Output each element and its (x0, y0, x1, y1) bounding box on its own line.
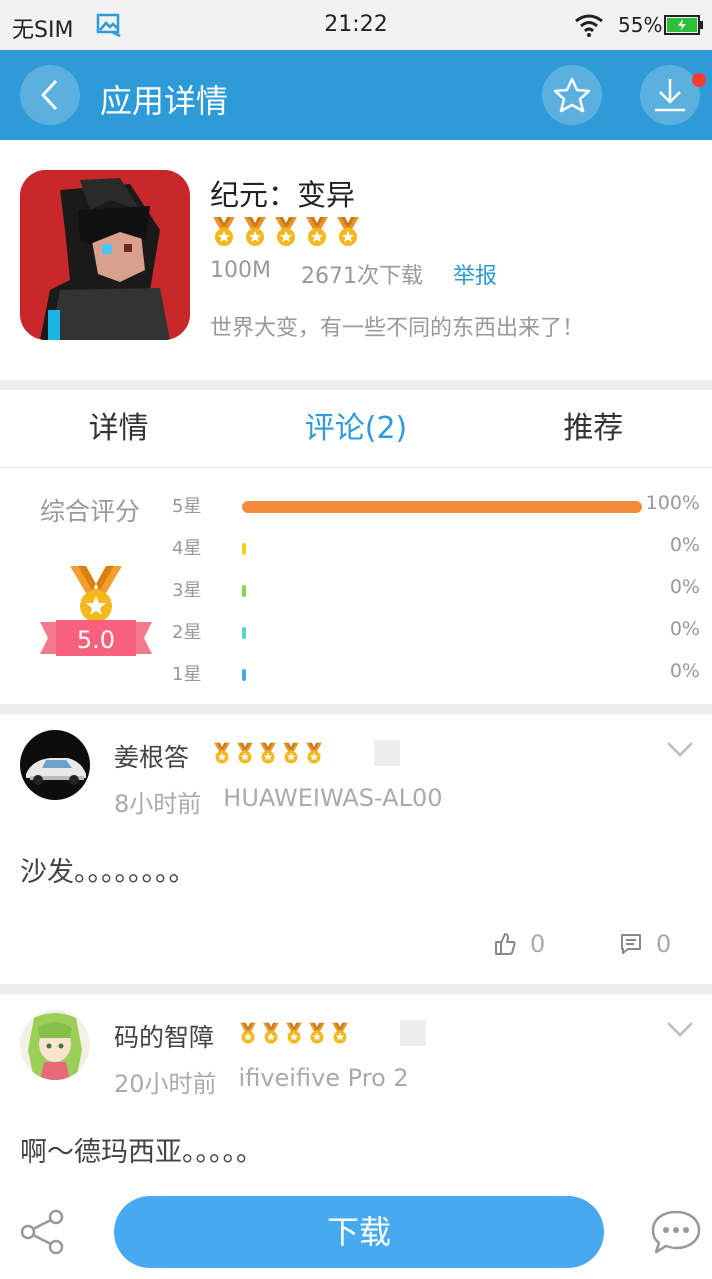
medal-icon (306, 742, 322, 764)
comment-time: 8小时前 (114, 790, 202, 818)
section-divider (0, 380, 712, 390)
rating-star-label: 3星 (172, 580, 202, 601)
medal-icon (244, 217, 266, 246)
back-arrow-icon (40, 79, 58, 111)
medal-icon (275, 217, 297, 246)
rating-percent: 0% (669, 534, 700, 556)
comment-text: 沙发。。。。。。。。 (20, 857, 196, 888)
status-bar: 无SIM 21:22 55% (0, 0, 712, 50)
rating-percent: 0% (669, 618, 700, 640)
avatar[interactable] (20, 1010, 90, 1080)
rating-percent: 0% (669, 576, 700, 598)
app-icon[interactable] (20, 170, 190, 340)
download-icon (655, 79, 685, 112)
user-level-badge (400, 1020, 426, 1046)
rating-star-label: 2星 (172, 622, 202, 643)
medal-icon (306, 217, 328, 246)
medal-icon (337, 217, 359, 246)
comment-time: 20小时前 (114, 1070, 217, 1098)
page-title: 应用详情 (100, 82, 229, 120)
like-count: 0 (530, 930, 546, 958)
tab-comments[interactable]: 评论(2) (237, 390, 474, 467)
battery-icon (664, 15, 704, 39)
reply-count: 0 (656, 930, 672, 958)
app-header: 应用详情 (0, 50, 712, 140)
comment-username[interactable]: 码的智障 (114, 1018, 214, 1054)
like-button[interactable]: 0 (494, 930, 545, 958)
rating-bar (242, 585, 246, 597)
rating-percent: 100% (645, 492, 700, 514)
reply-button[interactable]: 0 (620, 930, 671, 958)
comment-text: 啊～德玛西亚。。。。。 (20, 1137, 263, 1168)
rating-star-label: 4星 (172, 538, 202, 559)
avatar[interactable] (20, 730, 90, 800)
comment-device: ifiveifive Pro 2 (238, 1064, 409, 1092)
rating-label: 综合评分 (40, 497, 141, 526)
app-downloads: 2671次下载 (300, 264, 423, 289)
wifi-icon (574, 13, 604, 41)
app-meta: 100M 2671次下载 举报 (210, 258, 497, 290)
thumbs-up-icon (495, 933, 516, 955)
download-button[interactable]: 下载 (114, 1196, 604, 1268)
comment-meta: 20小时前 ifiveifive Pro 2 (114, 1064, 409, 1099)
bottom-action-bar: 下载 (0, 1188, 712, 1279)
rating-summary: 综合评分 5.0 5星 100% 4星 0% 3星 0% 2星 0% 1星 0% (0, 468, 712, 704)
download-manager-button[interactable] (640, 65, 706, 125)
comment-icon (621, 934, 641, 954)
report-link[interactable]: 举报 (453, 258, 497, 290)
battery-percent: 55% (618, 13, 663, 37)
section-divider (0, 704, 712, 714)
rating-bar (242, 627, 246, 639)
rating-row: 1星 0% (172, 660, 702, 690)
clock: 21:22 (324, 12, 388, 37)
favorite-button[interactable] (542, 65, 602, 125)
tab-details[interactable]: 详情 (0, 390, 237, 467)
tab-bar: 详情 评论(2) 推荐 (0, 390, 712, 468)
medal-icon (332, 1022, 348, 1044)
user-medals (238, 1022, 350, 1045)
medal-icon (309, 1022, 325, 1044)
comment-meta: 8小时前 HUAWEIWAS-AL00 (114, 784, 443, 819)
user-medals (212, 742, 324, 765)
medal-icon (260, 742, 276, 764)
chevron-down-icon[interactable] (666, 740, 694, 758)
star-icon (553, 77, 591, 113)
rating-star-label: 5星 (172, 496, 202, 517)
rating-bar (242, 669, 246, 681)
rating-row: 3星 0% (172, 576, 702, 606)
comment-device: HUAWEIWAS-AL00 (223, 784, 443, 812)
rating-bar (242, 543, 246, 555)
app-info-section: 纪元：变异 100M 2671次下载 举报 世界大变，有一些不同的东西出来了！ (0, 140, 712, 380)
app-description: 世界大变，有一些不同的东西出来了！ (210, 316, 585, 341)
back-button[interactable] (20, 65, 80, 125)
tab-recommend[interactable]: 推荐 (475, 390, 712, 467)
medal-icon (240, 1022, 256, 1044)
chat-icon[interactable] (650, 1208, 702, 1256)
rating-percent: 0% (669, 660, 700, 682)
comment-username[interactable]: 姜根答 (114, 738, 189, 774)
user-level-badge (374, 740, 400, 766)
app-name: 纪元：变异 (210, 178, 356, 212)
medal-icon (237, 742, 253, 764)
medal-icon (263, 1022, 279, 1044)
rating-row: 5星 100% (172, 492, 702, 522)
share-icon[interactable] (18, 1208, 66, 1256)
rating-star-label: 1星 (172, 664, 202, 685)
medal-icon (214, 742, 230, 764)
rating-row: 2星 0% (172, 618, 702, 648)
rating-score: 5.0 (76, 626, 116, 654)
chevron-down-icon[interactable] (666, 1020, 694, 1038)
rating-bar (242, 501, 642, 513)
medal-icon (286, 1022, 302, 1044)
app-medals (210, 216, 362, 248)
comment-item: 姜根答 8小时前 HUAWEIWAS-AL00 沙发。。。。。。。。 0 0 (0, 714, 712, 984)
comment-item: 码的智障 20小时前 ifiveifive Pro 2 啊～德玛西亚。。。。。 (0, 994, 712, 1194)
section-divider (0, 984, 712, 994)
notification-dot (692, 73, 706, 87)
medal-icon (213, 217, 235, 246)
rating-row: 4星 0% (172, 534, 702, 564)
medal-icon (283, 742, 299, 764)
app-size: 100M (210, 258, 271, 283)
